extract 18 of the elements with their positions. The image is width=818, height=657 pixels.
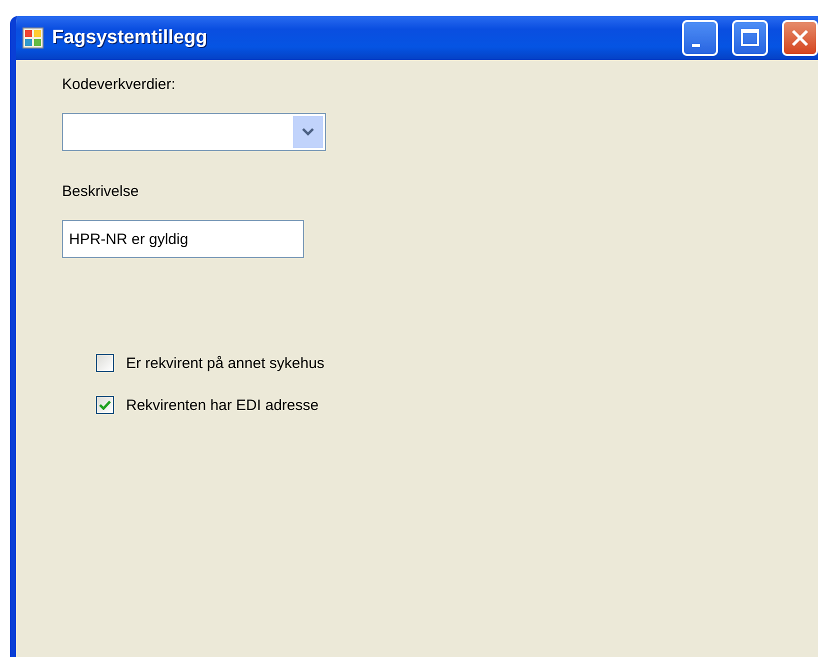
dropdown-button[interactable]: [293, 116, 323, 148]
checkbox[interactable]: [96, 354, 114, 372]
checkbox[interactable]: [96, 396, 114, 414]
minimize-button[interactable]: [682, 20, 718, 56]
checkbox-label: Er rekvirent på annet sykehus: [126, 354, 324, 372]
maximize-icon: [740, 28, 760, 48]
field-label: Beskrivelse: [62, 183, 140, 200]
field-label: Kodeverkverdier:: [62, 76, 176, 93]
maximize-button[interactable]: [732, 20, 768, 56]
close-button[interactable]: [782, 20, 818, 56]
minimize-icon: [692, 44, 700, 46]
chevron-down-icon: [302, 128, 314, 136]
app-icon: [22, 27, 44, 49]
window-title: Fagsystemtillegg: [52, 27, 208, 49]
close-icon: [790, 28, 810, 48]
dropdown-field[interactable]: [62, 113, 326, 151]
text-field[interactable]: HPR-NR er gyldig: [62, 220, 304, 258]
checkbox-label: Rekvirenten har EDI adresse: [126, 396, 319, 414]
